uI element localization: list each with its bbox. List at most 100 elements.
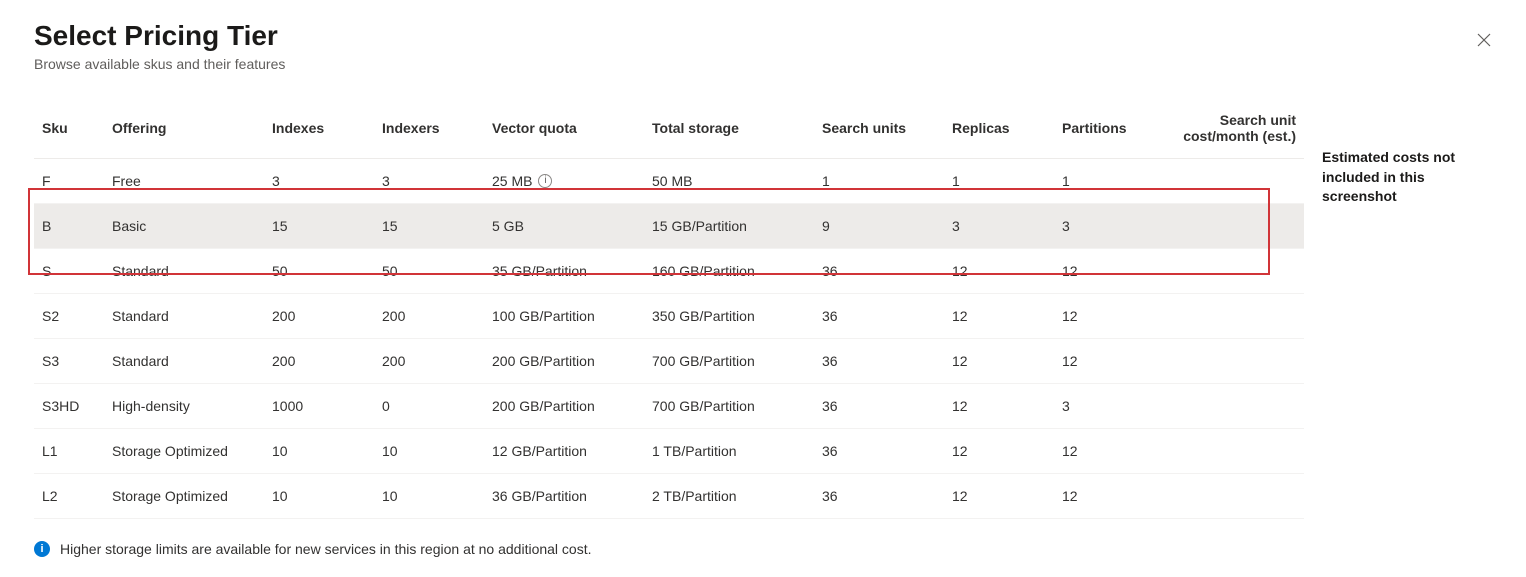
table-row[interactable]: S3HDHigh-density10000200 GB/Partition700… xyxy=(34,384,1304,429)
cell-replicas: 12 xyxy=(944,294,1054,339)
cell-indexers: 200 xyxy=(374,294,484,339)
cell-su: 36 xyxy=(814,249,944,294)
col-header: Partitions xyxy=(1054,100,1164,159)
info-solid-icon: i xyxy=(34,541,50,557)
cell-storage: 50 MB xyxy=(644,159,814,204)
cell-indexes: 50 xyxy=(264,249,374,294)
cell-indexers: 10 xyxy=(374,429,484,474)
cell-su: 9 xyxy=(814,204,944,249)
cell-vector: 200 GB/Partition xyxy=(484,339,644,384)
cell-indexes: 200 xyxy=(264,339,374,384)
cell-vector: 25 MB i xyxy=(484,159,644,204)
cell-offering: Free xyxy=(104,159,264,204)
cell-sku: S3 xyxy=(34,339,104,384)
cell-partitions: 12 xyxy=(1054,429,1164,474)
cell-cost xyxy=(1164,159,1304,204)
cell-partitions: 3 xyxy=(1054,384,1164,429)
pricing-table-container: SkuOfferingIndexesIndexersVector quotaTo… xyxy=(34,100,1304,519)
cell-indexes: 3 xyxy=(264,159,374,204)
table-row[interactable]: BBasic15155 GB15 GB/Partition933 xyxy=(34,204,1304,249)
cell-storage: 15 GB/Partition xyxy=(644,204,814,249)
cell-indexers: 15 xyxy=(374,204,484,249)
pricing-table: SkuOfferingIndexesIndexersVector quotaTo… xyxy=(34,100,1304,519)
footer-note: i Higher storage limits are available fo… xyxy=(34,541,1492,557)
col-header: Total storage xyxy=(644,100,814,159)
cell-sku: B xyxy=(34,204,104,249)
cell-partitions: 12 xyxy=(1054,474,1164,519)
cell-indexers: 3 xyxy=(374,159,484,204)
table-row[interactable]: L1Storage Optimized101012 GB/Partition1 … xyxy=(34,429,1304,474)
cell-indexers: 50 xyxy=(374,249,484,294)
cell-vector: 35 GB/Partition xyxy=(484,249,644,294)
info-icon[interactable]: i xyxy=(538,174,552,188)
cell-offering: High-density xyxy=(104,384,264,429)
cell-indexes: 15 xyxy=(264,204,374,249)
cell-su: 1 xyxy=(814,159,944,204)
cell-offering: Standard xyxy=(104,339,264,384)
cell-sku: F xyxy=(34,159,104,204)
table-row[interactable]: L2Storage Optimized101036 GB/Partition2 … xyxy=(34,474,1304,519)
close-button[interactable] xyxy=(1470,26,1498,54)
page-title: Select Pricing Tier xyxy=(34,20,1492,52)
cell-storage: 700 GB/Partition xyxy=(644,339,814,384)
cell-replicas: 12 xyxy=(944,474,1054,519)
page-subtitle: Browse available skus and their features xyxy=(34,56,1492,72)
cost-note: Estimated costs not included in this scr… xyxy=(1322,148,1492,207)
cell-storage: 160 GB/Partition xyxy=(644,249,814,294)
cell-cost xyxy=(1164,474,1304,519)
cell-su: 36 xyxy=(814,339,944,384)
col-header: Search units xyxy=(814,100,944,159)
close-icon xyxy=(1477,33,1491,47)
cell-storage: 700 GB/Partition xyxy=(644,384,814,429)
cell-replicas: 3 xyxy=(944,204,1054,249)
cell-storage: 350 GB/Partition xyxy=(644,294,814,339)
cell-offering: Standard xyxy=(104,294,264,339)
col-header: Replicas xyxy=(944,100,1054,159)
table-row[interactable]: SStandard505035 GB/Partition160 GB/Parti… xyxy=(34,249,1304,294)
panel-header: Select Pricing Tier Browse available sku… xyxy=(34,20,1492,72)
table-row[interactable]: FFree3325 MBi50 MB111 xyxy=(34,159,1304,204)
cell-cost xyxy=(1164,249,1304,294)
col-header: Indexers xyxy=(374,100,484,159)
cell-sku: S3HD xyxy=(34,384,104,429)
table-row[interactable]: S2Standard200200100 GB/Partition350 GB/P… xyxy=(34,294,1304,339)
col-header: Sku xyxy=(34,100,104,159)
table-row[interactable]: S3Standard200200200 GB/Partition700 GB/P… xyxy=(34,339,1304,384)
cell-replicas: 12 xyxy=(944,384,1054,429)
cell-sku: L2 xyxy=(34,474,104,519)
cell-partitions: 12 xyxy=(1054,339,1164,384)
cell-vector: 36 GB/Partition xyxy=(484,474,644,519)
cell-vector: 12 GB/Partition xyxy=(484,429,644,474)
cell-partitions: 3 xyxy=(1054,204,1164,249)
cell-vector: 100 GB/Partition xyxy=(484,294,644,339)
cell-cost xyxy=(1164,429,1304,474)
cell-vector: 5 GB xyxy=(484,204,644,249)
cell-indexes: 10 xyxy=(264,474,374,519)
cell-replicas: 12 xyxy=(944,429,1054,474)
footer-note-text: Higher storage limits are available for … xyxy=(60,541,592,557)
col-header: Search unit cost/month (est.) xyxy=(1164,100,1304,159)
cell-partitions: 1 xyxy=(1054,159,1164,204)
cell-sku: S2 xyxy=(34,294,104,339)
cell-partitions: 12 xyxy=(1054,249,1164,294)
cell-cost xyxy=(1164,384,1304,429)
cell-offering: Standard xyxy=(104,249,264,294)
cell-cost xyxy=(1164,339,1304,384)
cell-storage: 1 TB/Partition xyxy=(644,429,814,474)
cell-storage: 2 TB/Partition xyxy=(644,474,814,519)
cell-cost xyxy=(1164,204,1304,249)
cell-sku: S xyxy=(34,249,104,294)
cell-indexes: 10 xyxy=(264,429,374,474)
cell-text: 25 MB xyxy=(492,173,532,189)
col-header: Indexes xyxy=(264,100,374,159)
cell-indexers: 10 xyxy=(374,474,484,519)
cell-partitions: 12 xyxy=(1054,294,1164,339)
cell-su: 36 xyxy=(814,474,944,519)
cell-replicas: 12 xyxy=(944,249,1054,294)
cell-sku: L1 xyxy=(34,429,104,474)
cell-su: 36 xyxy=(814,384,944,429)
cell-replicas: 12 xyxy=(944,339,1054,384)
cell-cost xyxy=(1164,294,1304,339)
cell-su: 36 xyxy=(814,294,944,339)
cell-indexes: 1000 xyxy=(264,384,374,429)
